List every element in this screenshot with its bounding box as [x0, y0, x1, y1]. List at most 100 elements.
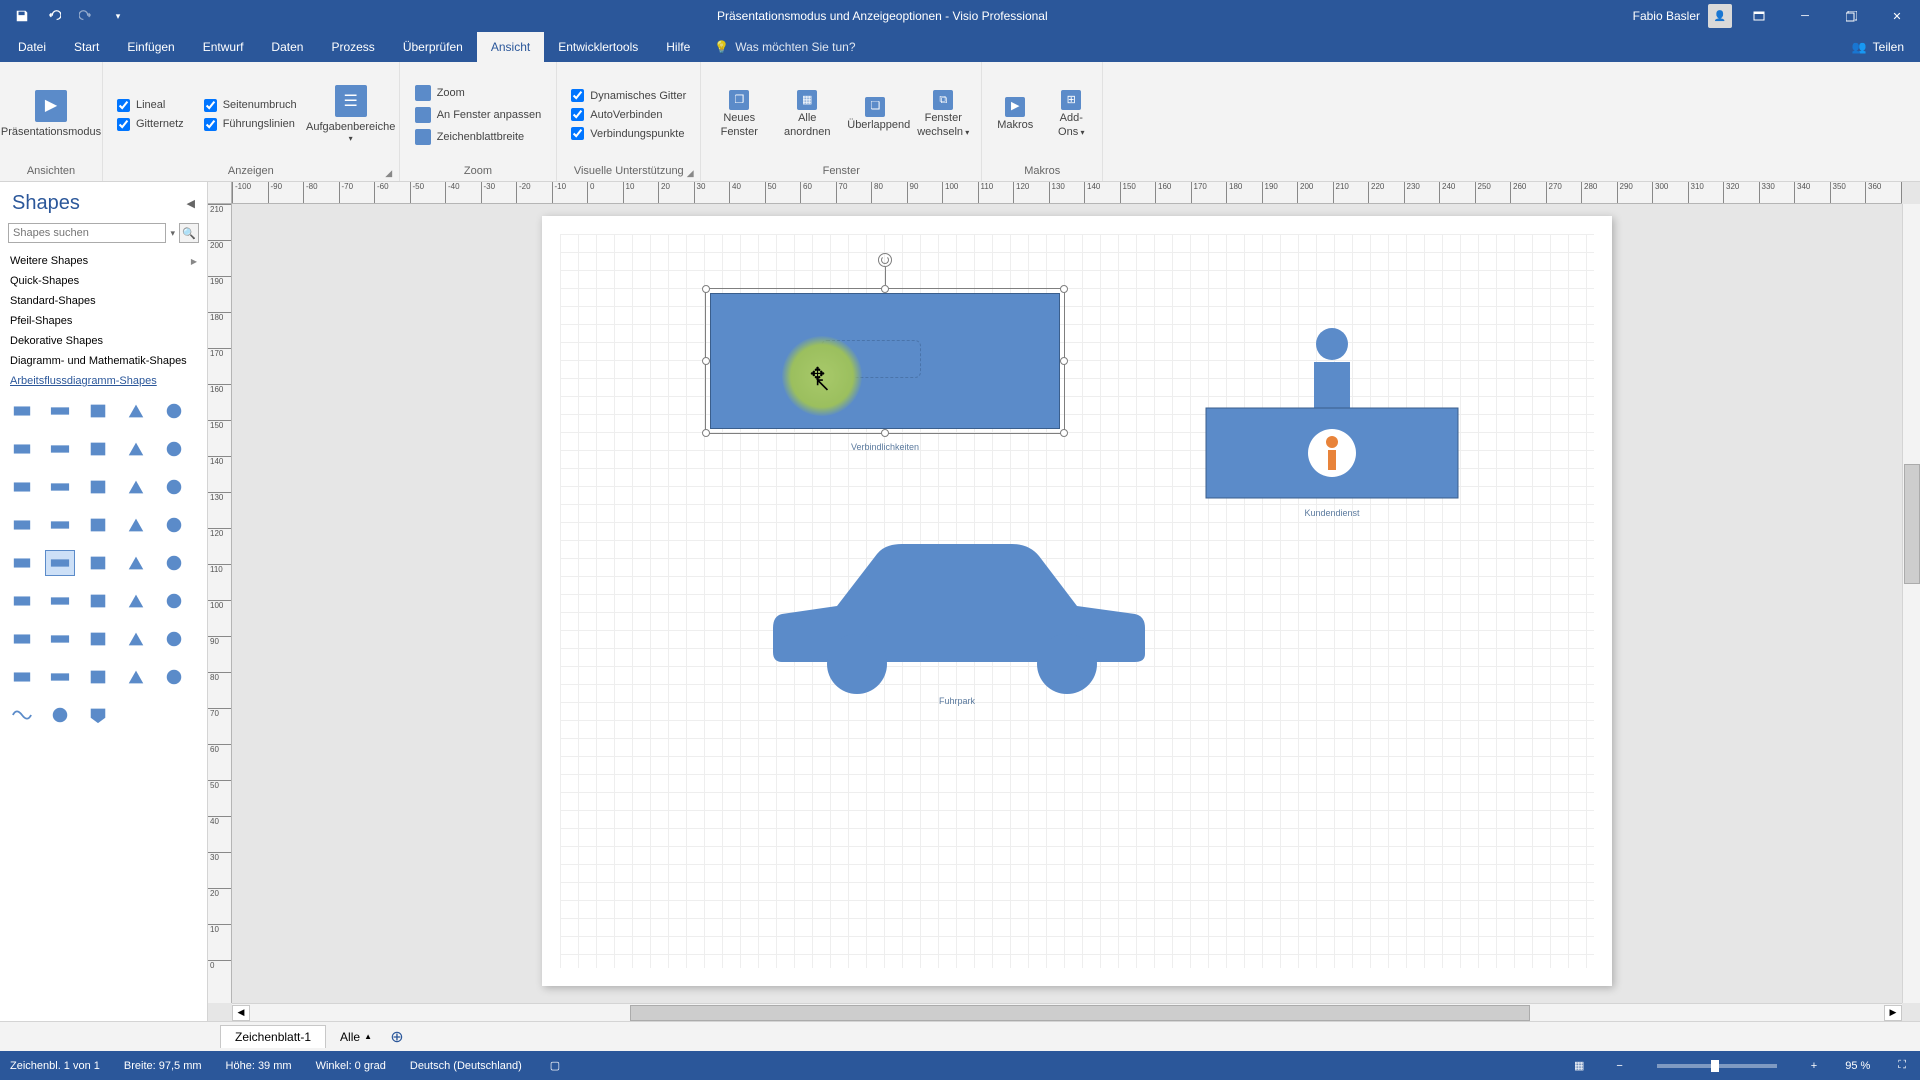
alle-anordnen-button[interactable]: ▦Alle anordnen	[777, 88, 837, 140]
cat-quick-shapes[interactable]: Quick-Shapes	[0, 271, 207, 291]
stencil-shape[interactable]	[8, 627, 36, 651]
addons-button[interactable]: ⊞Add-Ons ▾	[1048, 88, 1094, 140]
stencil-shape[interactable]	[84, 589, 112, 613]
sheet-all-button[interactable]: Alle▲	[330, 1026, 382, 1048]
cat-dekorative-shapes[interactable]: Dekorative Shapes	[0, 331, 207, 351]
user-avatar[interactable]: 👤	[1708, 4, 1732, 28]
rotation-handle[interactable]	[878, 253, 892, 267]
stencil-shape[interactable]	[8, 589, 36, 613]
undo-button[interactable]	[40, 3, 68, 29]
stencil-shape[interactable]	[8, 475, 36, 499]
cat-pfeil-shapes[interactable]: Pfeil-Shapes	[0, 311, 207, 331]
tab-ueberpruefen[interactable]: Überprüfen	[389, 32, 477, 62]
stencil-shape[interactable]	[8, 551, 36, 575]
checkbox-autoverbinden[interactable]: AutoVerbinden	[571, 108, 686, 121]
aufgabenbereiche-button[interactable]: ☰ Aufgabenbereiche ▾	[311, 81, 391, 148]
checkbox-verbindungspunkte[interactable]: Verbindungspunkte	[571, 127, 686, 140]
maximize-button[interactable]	[1828, 0, 1874, 32]
anzeigen-launcher[interactable]: ◢	[383, 167, 395, 179]
shape-fuhrpark[interactable]	[767, 536, 1147, 701]
share-button[interactable]: 👥 Teilen	[1836, 32, 1920, 62]
stencil-shape[interactable]	[8, 665, 36, 689]
checkbox-dyn-gitter[interactable]: Dynamisches Gitter	[571, 89, 686, 102]
zoom-slider-knob[interactable]	[1711, 1060, 1719, 1072]
macro-record-button[interactable]: ▢	[546, 1057, 564, 1074]
ribbon-display-options-button[interactable]	[1736, 0, 1782, 32]
tab-start[interactable]: Start	[60, 32, 113, 62]
stencil-shape[interactable]	[160, 665, 188, 689]
stencil-shape[interactable]	[46, 627, 74, 651]
checkbox-lineal[interactable]: Lineal	[117, 99, 184, 112]
resize-handle-se[interactable]	[1060, 429, 1068, 437]
cat-weitere-shapes[interactable]: Weitere Shapes▶	[0, 251, 207, 271]
zoom-in-button[interactable]: +	[1807, 1058, 1821, 1074]
minimize-button[interactable]: ─	[1782, 0, 1828, 32]
fenster-wechseln-button[interactable]: ⧉Fenster wechseln ▾	[913, 88, 973, 140]
stencil-shape[interactable]	[122, 513, 150, 537]
drawing-page[interactable]: ✥↖ Verbindlichkeiten Kundendienst	[542, 216, 1612, 986]
neues-fenster-button[interactable]: ❐Neues Fenster	[709, 88, 769, 140]
resize-handle-s[interactable]	[881, 429, 889, 437]
stencil-shape[interactable]	[84, 703, 112, 727]
stencil-shape[interactable]	[122, 475, 150, 499]
stencil-shape[interactable]	[84, 551, 112, 575]
stencil-shape[interactable]	[84, 627, 112, 651]
scrollbar-h-thumb[interactable]	[630, 1005, 1530, 1021]
checkbox-gitternetz[interactable]: Gitternetz	[117, 118, 184, 131]
tab-daten[interactable]: Daten	[257, 32, 317, 62]
scroll-right-button[interactable]: ▶	[1884, 1005, 1902, 1021]
scrollbar-horizontal[interactable]: ◀ ▶	[232, 1003, 1902, 1021]
resize-handle-n[interactable]	[881, 285, 889, 293]
cat-standard-shapes[interactable]: Standard-Shapes	[0, 291, 207, 311]
tab-einfuegen[interactable]: Einfügen	[113, 32, 188, 62]
resize-handle-e[interactable]	[1060, 357, 1068, 365]
praesentationsmodus-button[interactable]: ▶ Präsentationsmodus	[8, 86, 94, 143]
scroll-h-track[interactable]	[250, 1005, 1884, 1021]
qat-customize-button[interactable]: ▾	[104, 3, 132, 29]
tab-hilfe[interactable]: Hilfe	[652, 32, 704, 62]
stencil-shape[interactable]	[122, 437, 150, 461]
status-language[interactable]: Deutsch (Deutschland)	[410, 1060, 522, 1072]
fit-page-button[interactable]: ⛶	[1894, 1057, 1910, 1074]
stencil-shape[interactable]	[160, 513, 188, 537]
stencil-shape[interactable]	[46, 399, 74, 423]
cat-arbeitsfluss-shapes[interactable]: Arbeitsflussdiagramm-Shapes	[0, 371, 207, 391]
tab-ansicht[interactable]: Ansicht	[477, 32, 544, 62]
tab-datei[interactable]: Datei	[4, 32, 60, 62]
stencil-shape[interactable]	[8, 437, 36, 461]
shapes-pane-collapse[interactable]: ◀	[187, 197, 195, 210]
stencil-shape[interactable]	[46, 703, 74, 727]
stencil-shape[interactable]	[46, 551, 74, 575]
stencil-shape[interactable]	[160, 399, 188, 423]
sheet-tab-1[interactable]: Zeichenblatt-1	[220, 1025, 326, 1048]
zoom-button[interactable]: Zoom	[412, 84, 545, 102]
stencil-shape[interactable]	[122, 665, 150, 689]
shapes-search-button[interactable]: 🔍	[179, 223, 199, 243]
tab-entwurf[interactable]: Entwurf	[189, 32, 258, 62]
ruler-vertical[interactable]: 2102001901801701601501401301201101009080…	[208, 204, 232, 1003]
shape-verbindlichkeiten[interactable]	[710, 293, 1060, 429]
makros-button[interactable]: ▶Makros	[990, 95, 1040, 134]
ruler-horizontal[interactable]: -100-90-80-70-60-50-40-30-20-10010203040…	[232, 182, 1902, 204]
stencil-shape[interactable]	[46, 589, 74, 613]
stencil-shape[interactable]	[46, 475, 74, 499]
stencil-shape[interactable]	[160, 475, 188, 499]
stencil-shape[interactable]	[84, 513, 112, 537]
zoom-out-button[interactable]: −	[1612, 1058, 1626, 1074]
stencil-shape[interactable]	[46, 513, 74, 537]
scrollbar-v-thumb[interactable]	[1904, 464, 1920, 584]
tell-me-search[interactable]: 💡 Was möchten Sie tun?	[704, 32, 865, 62]
resize-handle-ne[interactable]	[1060, 285, 1068, 293]
scroll-left-button[interactable]: ◀	[232, 1005, 250, 1021]
shapes-search-input[interactable]	[8, 223, 166, 243]
stencil-shape[interactable]	[46, 437, 74, 461]
visuell-launcher[interactable]: ◢	[684, 167, 696, 179]
stencil-shape[interactable]	[160, 589, 188, 613]
scrollbar-vertical[interactable]	[1902, 204, 1920, 1003]
canvas[interactable]: ✥↖ Verbindlichkeiten Kundendienst	[232, 204, 1902, 1003]
resize-handle-sw[interactable]	[702, 429, 710, 437]
stencil-shape[interactable]	[8, 513, 36, 537]
stencil-shape[interactable]	[8, 399, 36, 423]
resize-handle-nw[interactable]	[702, 285, 710, 293]
add-sheet-button[interactable]: ⊕	[386, 1026, 408, 1048]
